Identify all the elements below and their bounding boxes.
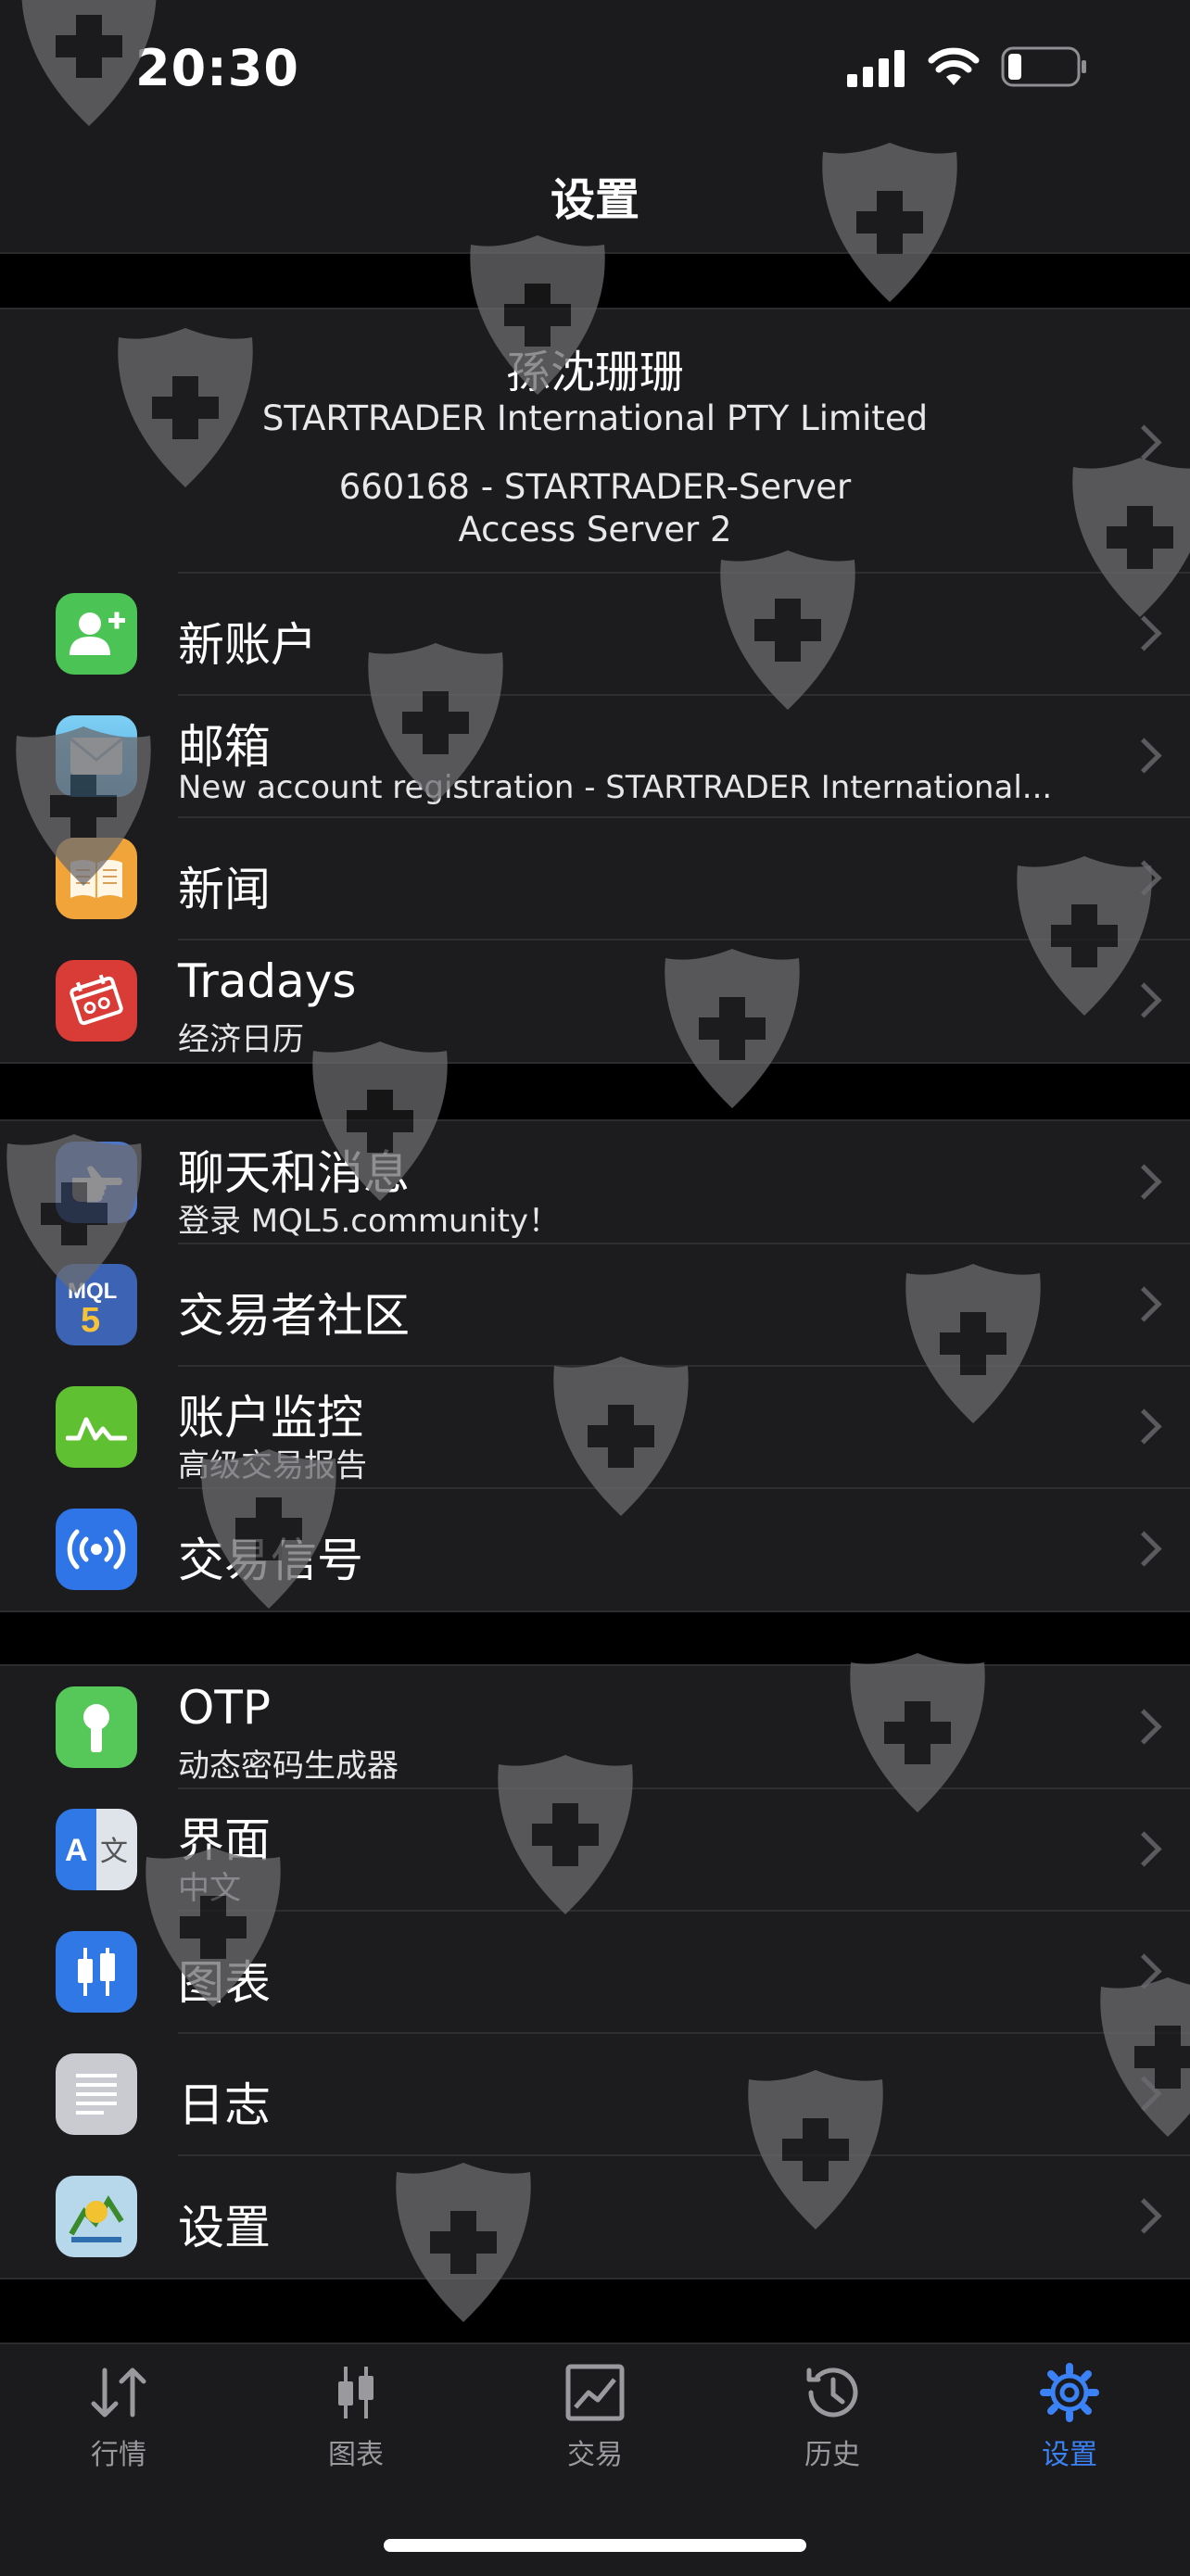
calendar-icon <box>56 960 137 1042</box>
mql5-icon: MQL 5 <box>56 1264 137 1345</box>
up-down-arrows-icon <box>91 2368 146 2418</box>
tradays-label: Tradays <box>178 954 357 1008</box>
document-lines-icon <box>56 2053 137 2135</box>
mail-icon <box>56 715 137 797</box>
account-login: 660168 - STARTRADER-Server <box>338 467 852 507</box>
account-section: 孫沈珊珊 STARTRADER International PTY Limite… <box>0 308 1190 1064</box>
chat-subtitle: 登录 MQL5.community！ <box>178 1203 561 1240</box>
history-clock-icon <box>806 2368 858 2418</box>
top-bar: 20:30 设置 <box>0 0 1190 254</box>
trading-signals-row[interactable]: 交易信号 <box>0 1487 1190 1610</box>
interface-row[interactable]: A 文 界面 中文 <box>0 1787 1190 1911</box>
chevron-right-icon <box>1126 860 1162 896</box>
page-title: 设置 <box>550 174 639 226</box>
chevron-right-icon <box>1126 982 1162 1018</box>
hand-pointer-icon <box>56 1142 137 1223</box>
chevron-right-icon <box>1126 1709 1162 1745</box>
translate-icon: A 文 <box>56 1809 137 1890</box>
account-monitoring-label: 账户监控 <box>178 1391 363 1445</box>
pulse-chart-icon <box>56 1386 137 1468</box>
tab-settings[interactable]: 设置 <box>995 2363 1144 2472</box>
chevron-right-icon <box>1126 1286 1162 1322</box>
otp-label: OTP <box>178 1681 272 1735</box>
tab-charts[interactable]: 图表 <box>282 2363 430 2472</box>
wifi-icon <box>927 46 981 91</box>
chevron-right-icon <box>1126 2076 1162 2112</box>
settings-row[interactable]: 设置 <box>0 2154 1190 2278</box>
chevron-right-icon <box>1126 615 1162 651</box>
tab-history[interactable]: 历史 <box>758 2363 906 2472</box>
book-icon <box>56 838 137 919</box>
news-row[interactable]: 新闻 <box>0 816 1190 940</box>
mailbox-row[interactable]: 邮箱 New account registration - STARTRADER… <box>0 694 1190 817</box>
otp-subtitle: 动态密码生成器 <box>178 1748 399 1785</box>
tradays-subtitle: 经济日历 <box>178 1021 304 1058</box>
news-label: 新闻 <box>178 863 271 916</box>
tools-section: OTP 动态密码生成器 A 文 界面 中文 图表 日志 设置 <box>0 1664 1190 2279</box>
tab-history-label: 历史 <box>804 2439 860 2471</box>
mailbox-label: 邮箱 <box>178 720 271 774</box>
chevron-right-icon <box>1126 2198 1162 2234</box>
battery-icon <box>1001 46 1088 91</box>
account-name: 孫沈珊珊 <box>505 347 684 398</box>
account-monitoring-subtitle: 高级交易报告 <box>178 1447 367 1484</box>
interface-language: 中文 <box>178 1870 241 1907</box>
account-card[interactable]: 孫沈珊珊 STARTRADER International PTY Limite… <box>0 309 1190 573</box>
tab-quotes[interactable]: 行情 <box>44 2363 193 2472</box>
chat-label: 聊天和消息 <box>178 1146 410 1200</box>
chevron-right-icon <box>1126 1531 1162 1567</box>
traders-community-row[interactable]: MQL 5 交易者社区 <box>0 1243 1190 1366</box>
metatrader-icon <box>56 2176 137 2257</box>
mailbox-latest-message: New account registration - STARTRADER In… <box>178 769 1053 806</box>
gear-icon <box>1040 2363 1099 2422</box>
account-server: Access Server 2 <box>458 510 732 549</box>
trade-chart-icon <box>565 2364 625 2421</box>
candlestick-icon <box>56 1931 137 2013</box>
chat-row[interactable]: 聊天和消息 登录 MQL5.community！ <box>0 1121 1190 1244</box>
cellular-signal-icon <box>847 48 906 91</box>
chevron-right-icon <box>1126 1164 1162 1200</box>
journal-label: 日志 <box>178 2078 271 2132</box>
tab-trade[interactable]: 交易 <box>521 2363 669 2472</box>
otp-row[interactable]: OTP 动态密码生成器 <box>0 1666 1190 1788</box>
account-monitoring-row[interactable]: 账户监控 高级交易报告 <box>0 1365 1190 1488</box>
tab-quotes-label: 行情 <box>91 2439 146 2471</box>
chevron-right-icon <box>1126 1831 1162 1867</box>
charts-label: 图表 <box>178 1956 271 2010</box>
add-user-icon <box>56 593 137 675</box>
trading-signals-label: 交易信号 <box>178 1534 363 1587</box>
chevron-right-icon <box>1126 738 1162 774</box>
traders-community-label: 交易者社区 <box>178 1289 410 1343</box>
broadcast-icon <box>56 1509 137 1590</box>
new-account-row[interactable]: 新账户 <box>0 572 1190 695</box>
candlestick-icon <box>338 2367 373 2418</box>
svg-text:MQL: MQL <box>68 1279 117 1304</box>
status-time: 20:30 <box>135 39 299 97</box>
tab-bar: 行情 图表 交易 历史 设置 <box>0 2342 1190 2576</box>
svg-text:5: 5 <box>81 1301 100 1337</box>
tab-settings-label: 设置 <box>1042 2439 1097 2471</box>
key-icon <box>56 1686 137 1768</box>
new-account-label: 新账户 <box>178 618 317 672</box>
settings-label: 设置 <box>178 2201 271 2254</box>
home-indicator <box>384 2539 806 2552</box>
tradays-row[interactable]: Tradays 经济日历 <box>0 939 1190 1062</box>
tab-charts-label: 图表 <box>328 2439 384 2471</box>
community-section: 聊天和消息 登录 MQL5.community！ MQL 5 交易者社区 账户监… <box>0 1119 1190 1612</box>
account-company: STARTRADER International PTY Limited <box>261 398 929 438</box>
svg-text:A: A <box>65 1833 88 1868</box>
status-icons <box>847 46 1088 91</box>
charts-row[interactable]: 图表 <box>0 1910 1190 2033</box>
interface-label: 界面 <box>178 1813 271 1867</box>
chevron-right-icon <box>1126 1953 1162 1989</box>
chevron-right-icon <box>1126 1408 1162 1445</box>
tab-trade-label: 交易 <box>567 2439 623 2471</box>
journal-row[interactable]: 日志 <box>0 2032 1190 2155</box>
svg-text:文: 文 <box>100 1836 128 1868</box>
